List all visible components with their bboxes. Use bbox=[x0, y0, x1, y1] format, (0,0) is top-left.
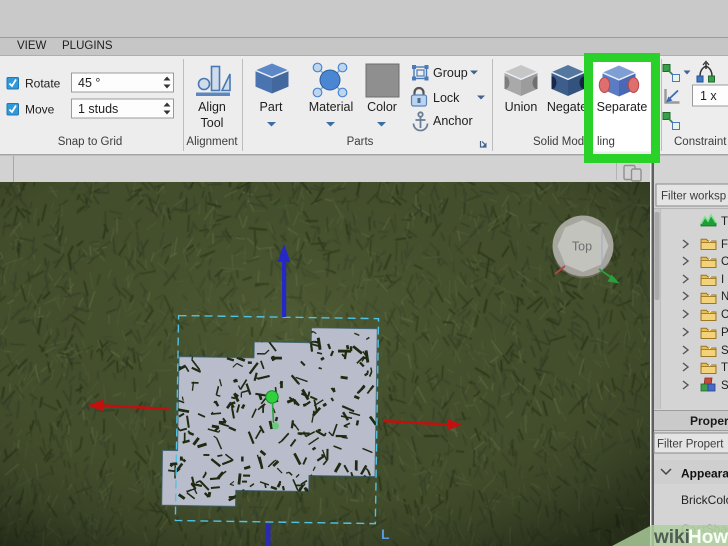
svg-text:How: How bbox=[688, 527, 728, 546]
svg-text:45 °: 45 ° bbox=[78, 76, 100, 90]
svg-text:Lock: Lock bbox=[433, 91, 460, 105]
svg-text:1 studs: 1 studs bbox=[78, 102, 118, 116]
svg-text:C: C bbox=[721, 309, 728, 321]
svg-text:Anchor: Anchor bbox=[433, 114, 473, 128]
svg-text:Color: Color bbox=[367, 100, 397, 114]
svg-text:Parts: Parts bbox=[347, 136, 374, 148]
svg-text:VIEW: VIEW bbox=[17, 40, 47, 52]
svg-text:Union: Union bbox=[505, 100, 538, 114]
svg-text:Material: Material bbox=[309, 100, 353, 114]
svg-text:Separate: Separate bbox=[597, 100, 648, 114]
svg-text:T: T bbox=[721, 216, 728, 228]
svg-text:PLUGINS: PLUGINS bbox=[62, 40, 113, 52]
svg-text:Appeara: Appeara bbox=[681, 467, 728, 481]
svg-text:wiki: wiki bbox=[653, 527, 690, 546]
svg-text:S: S bbox=[721, 345, 728, 357]
svg-text:Align: Align bbox=[198, 100, 226, 114]
svg-text:Part: Part bbox=[260, 100, 283, 114]
svg-text:N: N bbox=[721, 291, 728, 303]
svg-text:Filter Propert: Filter Propert bbox=[657, 439, 724, 451]
svg-text:Move: Move bbox=[25, 103, 55, 117]
svg-text:Tool: Tool bbox=[201, 116, 224, 130]
svg-text:F: F bbox=[721, 239, 728, 251]
svg-text:Top: Top bbox=[572, 240, 592, 254]
svg-text:Snap to Grid: Snap to Grid bbox=[58, 136, 123, 148]
svg-text:Group: Group bbox=[433, 66, 468, 80]
svg-text:1 x: 1 x bbox=[700, 89, 717, 103]
svg-text:Rotate: Rotate bbox=[25, 77, 61, 91]
svg-text:Filter worksp: Filter worksp bbox=[661, 191, 726, 203]
svg-text:P: P bbox=[721, 327, 728, 339]
svg-text:BrickColo: BrickColo bbox=[681, 493, 728, 507]
svg-text:I: I bbox=[721, 274, 724, 286]
svg-text:ling: ling bbox=[597, 136, 615, 148]
svg-text:T: T bbox=[721, 362, 728, 374]
svg-text:L: L bbox=[381, 526, 390, 542]
svg-text:Solid Mod: Solid Mod bbox=[533, 136, 584, 148]
svg-text:C: C bbox=[721, 256, 728, 268]
svg-text:Alignment: Alignment bbox=[186, 136, 238, 148]
svg-text:Proper: Proper bbox=[690, 414, 728, 428]
svg-text:S: S bbox=[721, 380, 728, 392]
svg-text:Negate: Negate bbox=[547, 100, 587, 114]
svg-text:Constraint: Constraint bbox=[674, 136, 727, 148]
